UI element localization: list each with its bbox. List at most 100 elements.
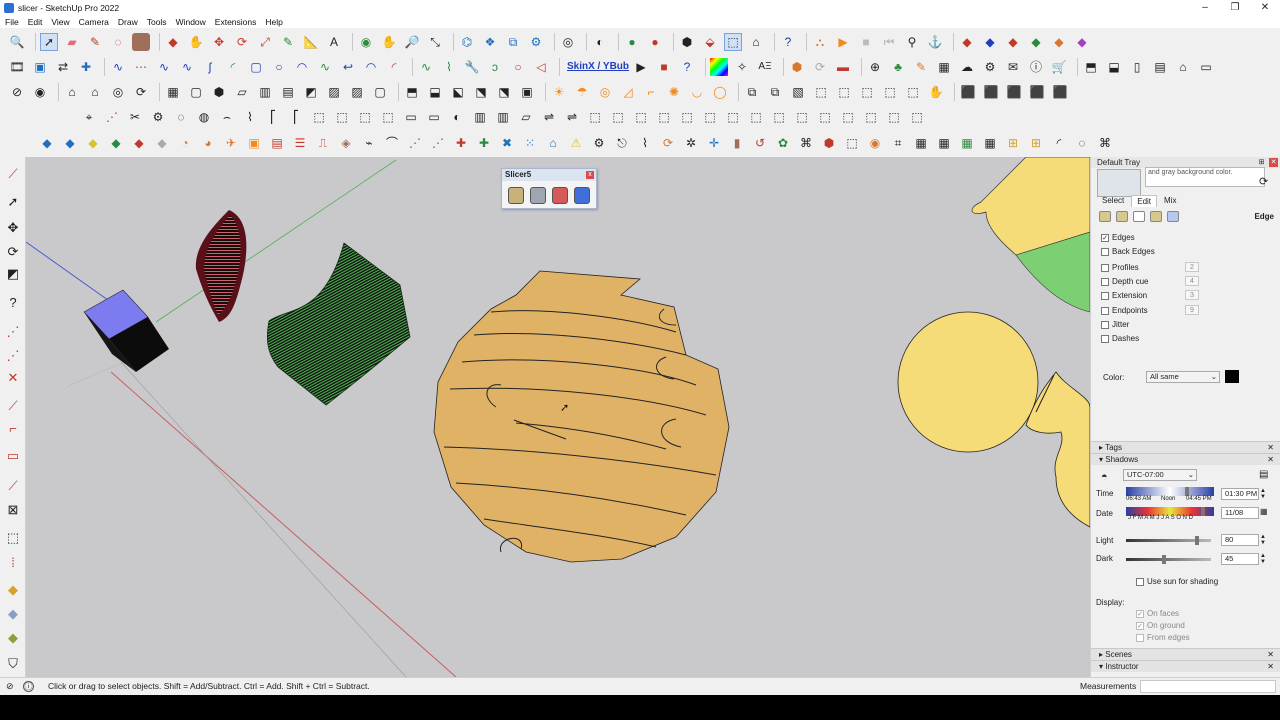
profile-2-icon[interactable]: ◆ [61,134,79,152]
extension-warehouse-icon[interactable]: ❖ [481,33,499,51]
profile-25-icon[interactable]: ⚙ [590,134,608,152]
magic-wand-icon[interactable]: ✧ [733,58,751,76]
wave-icon[interactable]: ∿ [316,58,334,76]
vertex-37-icon[interactable]: ⬚ [908,108,926,126]
on-ground-checkbox[interactable]: ✓ [1136,621,1144,630]
skinx-ybub-button[interactable]: SkinX / YBub [564,61,632,72]
scale-box-icon[interactable]: ◩ [4,265,22,283]
tape-measure-icon[interactable]: 📐 [302,33,320,51]
close-panel-icon[interactable]: ✕ [1267,661,1274,672]
close-window-button[interactable]: ✕ [1250,0,1280,15]
dim-tool-9-icon[interactable]: ▨ [348,83,366,101]
polyline-icon[interactable]: ⋯ [132,58,150,76]
solid-subtract-icon[interactable]: ● [646,33,664,51]
face-tool-3-icon[interactable]: ◎ [109,83,127,101]
layer-2-icon[interactable]: ⧉ [766,83,784,101]
profile-10-icon[interactable]: ▣ [245,134,263,152]
vertex-11-icon[interactable]: ⬚ [310,108,328,126]
light-spinner[interactable]: ▲ ▼ [1260,534,1266,546]
dim-tool-8-icon[interactable]: ▨ [325,83,343,101]
on-faces-option[interactable]: ✓ On faces [1136,609,1179,618]
eraser-icon[interactable]: ▰ [63,33,81,51]
tab-select[interactable]: Select [1097,195,1129,207]
profile-16-icon[interactable]: ⌒ [383,134,401,152]
rect-icon[interactable]: ▢ [247,58,265,76]
edges-option[interactable]: ✓ Edges [1101,233,1135,242]
shell-icon[interactable]: ⬢ [678,33,696,51]
vertex-29-icon[interactable]: ⬚ [724,108,742,126]
dim-tool-2-icon[interactable]: ▢ [187,83,205,101]
vertical-dots-icon[interactable]: ⁞ [4,553,22,571]
help-2-icon[interactable]: ? [678,58,696,76]
box-x-icon[interactable]: ⊠ [4,501,22,519]
face-tool-4-icon[interactable]: ⟳ [132,83,150,101]
slope-line-icon[interactable]: ⟋ [4,477,22,495]
stop-animation-icon[interactable]: ■ [857,33,875,51]
monitor-icon[interactable]: ▣ [31,58,49,76]
select-arrow-icon[interactable]: ➚ [4,193,22,211]
light-slider-knob[interactable] [1195,536,1199,545]
profile-40-icon[interactable]: ▦ [935,134,953,152]
profile-42-icon[interactable]: ▦ [981,134,999,152]
vertex-7-icon[interactable]: ⌢ [218,108,236,126]
film-strip-icon[interactable]: 🎞 [8,58,26,76]
lamp-icon[interactable]: ☂ [573,83,591,101]
profile-5-icon[interactable]: ◆ [130,134,148,152]
layer-3-icon[interactable]: ▧ [789,83,807,101]
layout-icon[interactable]: ⧉ [504,33,522,51]
vertex-15-icon[interactable]: ▭ [402,108,420,126]
close-panel-icon[interactable]: ✕ [1267,649,1274,660]
tab-edit[interactable]: Edit [1131,195,1158,207]
vertex-1-icon[interactable]: ⌖ [80,108,98,126]
vertex-30-icon[interactable]: ⬚ [747,108,765,126]
profile-3-icon[interactable]: ◆ [84,134,102,152]
paint-bucket-icon[interactable] [132,32,150,51]
frame-6-icon[interactable]: ▣ [518,83,536,101]
vertex-12-icon[interactable]: ⬚ [333,108,351,126]
curve-tool-icon[interactable]: ∿ [417,58,435,76]
vertex-10-icon[interactable]: ⎡ [287,108,305,126]
arc-light-icon[interactable]: ◡ [688,83,706,101]
circle-light-icon[interactable]: ◯ [711,83,729,101]
curve-loop-icon[interactable]: ○ [509,58,527,76]
profile-38-icon[interactable]: ⌗ [889,134,907,152]
frame-3-icon[interactable]: ⬕ [449,83,467,101]
profiles-checkbox[interactable] [1101,263,1109,272]
move-icon[interactable]: ✥ [210,33,228,51]
wrench-icon[interactable]: 🔧 [463,58,481,76]
profile-46-icon[interactable]: ◌ [1073,134,1091,152]
vertex-6-icon[interactable]: ◍ [195,108,213,126]
menu-edit[interactable]: Edit [28,17,43,27]
solid-tools-icon[interactable]: ◐ [591,33,609,51]
vertex-28-icon[interactable]: ⬚ [701,108,719,126]
profile-36-icon[interactable]: ⬚ [843,134,861,152]
menu-help[interactable]: Help [265,17,282,27]
vertex-9-icon[interactable]: ⎡ [264,108,282,126]
profile-24-icon[interactable]: ⚠ [567,134,585,152]
color-picker-icon[interactable] [710,57,728,76]
curve-join-icon[interactable]: ɔ [486,58,504,76]
vertex-34-icon[interactable]: ⬚ [839,108,857,126]
cube-2-icon[interactable]: ◆ [4,605,22,623]
camera-lens-2-icon[interactable]: ◉ [31,83,49,101]
dashes-checkbox[interactable] [1101,334,1109,343]
pin-icon[interactable]: ⊞ [1257,158,1266,167]
rotate-arrow-icon[interactable]: ⟳ [4,243,22,261]
vertex-16-icon[interactable]: ▭ [425,108,443,126]
endpoints-checkbox[interactable] [1101,306,1109,315]
slice-export-icon[interactable] [574,187,590,204]
dots-line-2-icon[interactable]: ⋰ [4,347,22,365]
door-icon[interactable]: ▯ [1128,58,1146,76]
vertex-25-icon[interactable]: ⬚ [632,108,650,126]
spot-icon[interactable]: ⌐ [642,83,660,101]
arc-4-icon[interactable]: ◜ [385,58,403,76]
rect-dots-icon[interactable]: ▭ [4,447,22,465]
profiles-value[interactable]: 2 [1185,262,1199,272]
vertex-35-icon[interactable]: ⬚ [862,108,880,126]
vertex-31-icon[interactable]: ⬚ [770,108,788,126]
box-4-icon[interactable]: ⬛ [1028,83,1046,101]
frame-5-icon[interactable]: ⬔ [495,83,513,101]
edges-checkbox[interactable]: ✓ [1101,233,1109,242]
profile-4-icon[interactable]: ◆ [107,134,125,152]
watermark-settings-icon[interactable] [1150,211,1162,222]
